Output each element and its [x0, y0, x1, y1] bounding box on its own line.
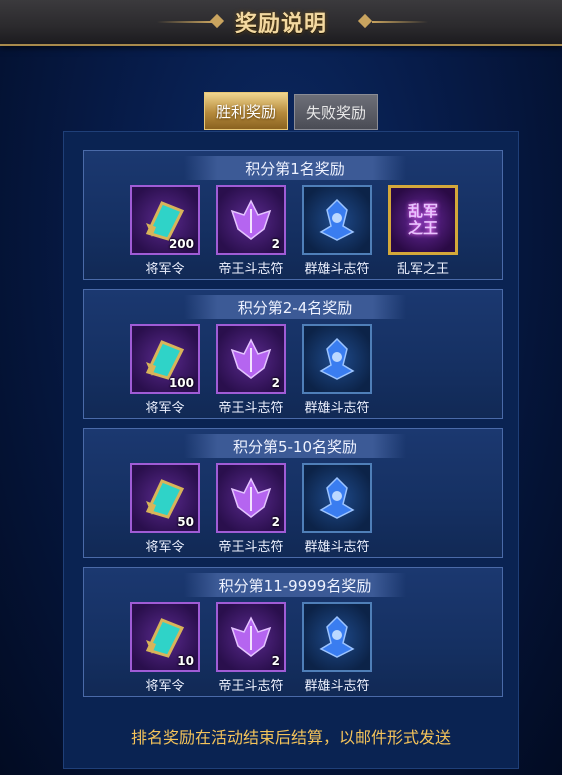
item-name: 将军令	[145, 262, 185, 277]
group-title: 积分第1名奖励	[184, 156, 406, 180]
item-name: 群雄斗志符	[304, 679, 370, 694]
emperor-talisman-icon: 2	[216, 185, 286, 255]
reward-tabs: 胜利奖励 失败奖励	[204, 92, 378, 130]
reward-group-rank-1: 积分第1名奖励 200 将军令 2 帝王斗志符 群雄斗志符 乱军 之王 乱军之王	[83, 150, 503, 280]
reward-group-rank-11-9999: 积分第11-9999名奖励 10 将军令 2 帝王斗志符 群雄斗志符	[83, 567, 503, 697]
group-title: 积分第11-9999名奖励	[184, 573, 406, 597]
tab-defeat-rewards[interactable]: 失败奖励	[294, 94, 378, 130]
item-name: 将军令	[145, 679, 185, 694]
emperor-talisman-icon: 2	[216, 463, 286, 533]
item-quantity: 2	[271, 515, 280, 529]
group-title: 积分第5-10名奖励	[184, 434, 406, 458]
tab-victory-rewards[interactable]: 胜利奖励	[204, 92, 288, 130]
item-quantity: 200	[168, 237, 194, 251]
heroes-talisman-icon	[302, 324, 372, 394]
item-quantity: 50	[177, 515, 194, 529]
reward-item[interactable]: 2 帝王斗志符	[216, 324, 286, 416]
heroes-talisman-icon	[302, 463, 372, 533]
general-token-icon: 100	[130, 324, 200, 394]
reward-item[interactable]: 群雄斗志符	[302, 463, 372, 555]
reward-item[interactable]: 200 将军令	[130, 185, 200, 277]
item-quantity: 100	[168, 376, 194, 390]
item-name: 帝王斗志符	[218, 679, 284, 694]
item-name: 帝王斗志符	[218, 401, 284, 416]
item-name: 将军令	[145, 540, 185, 555]
reward-item[interactable]: 2 帝王斗志符	[216, 185, 286, 277]
item-name: 将军令	[145, 401, 185, 416]
reward-item[interactable]: 群雄斗志符	[302, 602, 372, 694]
emblem-text-line: 乱军	[407, 202, 438, 220]
item-name: 乱军之王	[396, 262, 449, 277]
reward-item[interactable]: 50 将军令	[130, 463, 200, 555]
heroes-talisman-icon	[302, 602, 372, 672]
item-name: 群雄斗志符	[304, 540, 370, 555]
reward-item[interactable]: 10 将军令	[130, 602, 200, 694]
reward-item[interactable]: 乱军 之王 乱军之王	[388, 185, 458, 277]
heroes-talisman-icon	[302, 185, 372, 255]
item-quantity: 2	[271, 654, 280, 668]
item-name: 帝王斗志符	[218, 262, 284, 277]
item-name: 群雄斗志符	[304, 262, 370, 277]
item-quantity: 2	[271, 237, 280, 251]
emperor-talisman-icon: 2	[216, 324, 286, 394]
general-token-icon: 50	[130, 463, 200, 533]
settlement-note: 排名奖励在活动结束后结算，以邮件形式发送	[130, 728, 451, 747]
rewards-panel: 积分第1名奖励 200 将军令 2 帝王斗志符 群雄斗志符 乱军 之王 乱军之王…	[63, 131, 519, 769]
general-token-icon: 200	[130, 185, 200, 255]
window-title: 奖励说明	[234, 12, 327, 37]
emperor-talisman-icon: 2	[216, 602, 286, 672]
item-name: 群雄斗志符	[304, 401, 370, 416]
item-name: 帝王斗志符	[218, 540, 284, 555]
title-bar: 奖励说明	[0, 0, 562, 46]
general-token-icon: 10	[130, 602, 200, 672]
reward-group-rank-2-4: 积分第2-4名奖励 100 将军令 2 帝王斗志符 群雄斗志符	[83, 289, 503, 419]
item-quantity: 10	[177, 654, 194, 668]
group-title: 积分第2-4名奖励	[184, 295, 406, 319]
reward-group-rank-5-10: 积分第5-10名奖励 50 将军令 2 帝王斗志符 群雄斗志符	[83, 428, 503, 558]
reward-item[interactable]: 群雄斗志符	[302, 185, 372, 277]
reward-item[interactable]: 群雄斗志符	[302, 324, 372, 416]
item-quantity: 2	[271, 376, 280, 390]
title-ornament-right	[372, 21, 428, 23]
emblem-text-line: 之王	[407, 219, 438, 237]
reward-item[interactable]: 100 将军令	[130, 324, 200, 416]
reward-item[interactable]: 2 帝王斗志符	[216, 463, 286, 555]
title-emblem-icon: 乱军 之王	[388, 185, 458, 255]
reward-item[interactable]: 2 帝王斗志符	[216, 602, 286, 694]
